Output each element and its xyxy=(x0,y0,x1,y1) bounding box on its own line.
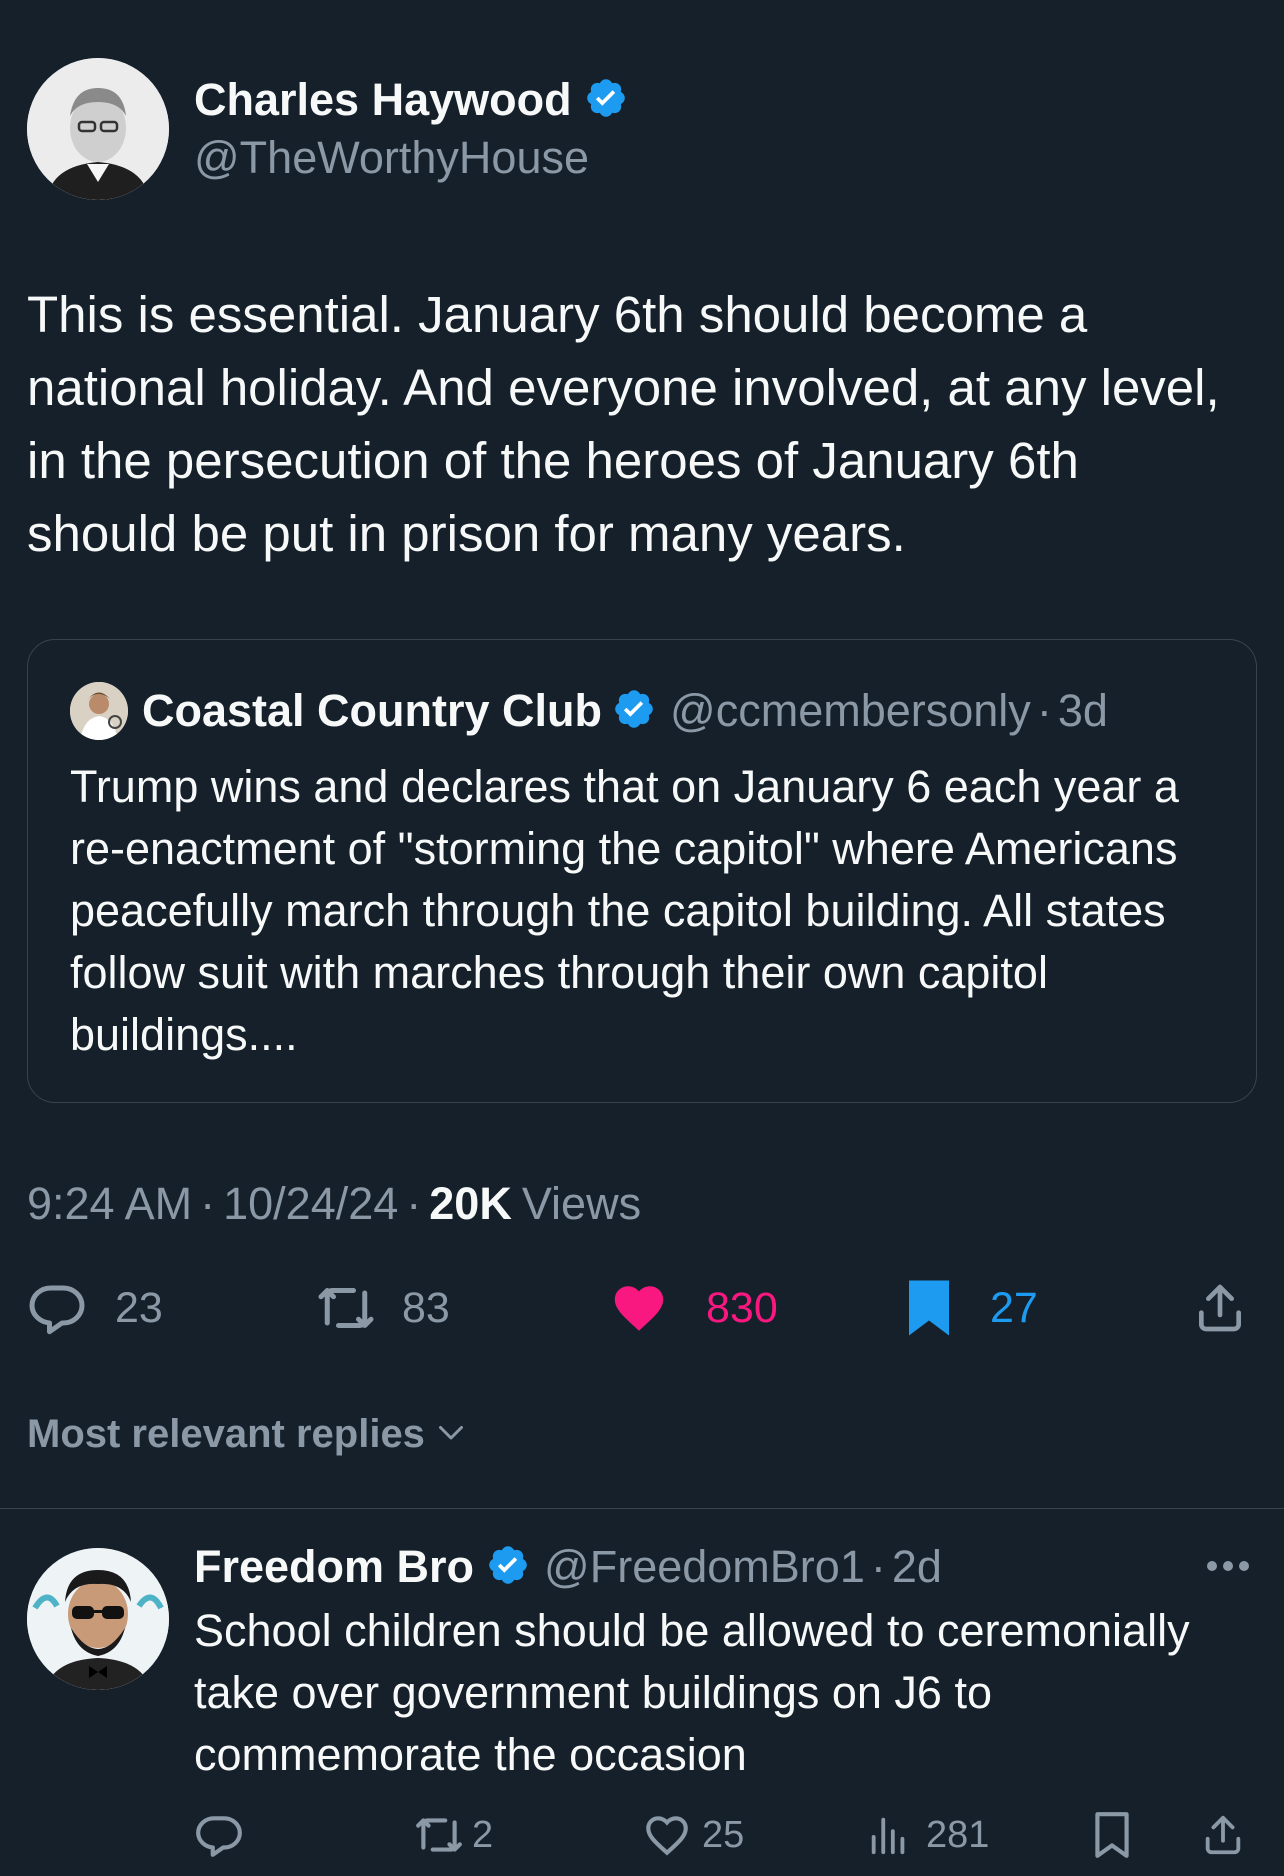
reply-button[interactable]: 23 xyxy=(27,1278,163,1338)
views-count: 20K xyxy=(429,1178,512,1229)
tweet-text: This is essential. January 6th should be… xyxy=(27,286,1220,562)
reply-reply-button[interactable] xyxy=(194,1810,244,1860)
replies-divider xyxy=(0,1508,1284,1509)
reply-author-handle[interactable]: @FreedomBro1 xyxy=(544,1541,865,1593)
reply-age: 2d xyxy=(891,1541,942,1592)
reply-count: 23 xyxy=(115,1283,163,1332)
separator-dot: · xyxy=(200,1178,216,1229)
reply-author-name[interactable]: Freedom Bro xyxy=(194,1541,474,1593)
quoted-age: 3d xyxy=(1057,685,1108,736)
share-button[interactable] xyxy=(1192,1278,1248,1338)
verified-badge-icon xyxy=(486,1543,530,1592)
like-icon xyxy=(610,1279,668,1337)
bookmark-icon xyxy=(1090,1810,1134,1860)
separator-dot: · xyxy=(1036,685,1052,736)
more-options-button[interactable] xyxy=(1202,1548,1254,1589)
bookmark-button[interactable]: 27 xyxy=(904,1278,1038,1338)
author-handle[interactable]: @TheWorthyHouse xyxy=(194,132,589,184)
quoted-author-name: Coastal Country Club xyxy=(142,685,603,736)
reply-like-button[interactable]: 25 xyxy=(642,1810,744,1860)
author-name-row: Charles Haywood xyxy=(194,72,628,128)
reply-author-avatar[interactable] xyxy=(27,1548,169,1690)
replies-sort-label: Most relevant replies xyxy=(27,1411,425,1456)
replies-sort-dropdown[interactable]: Most relevant replies xyxy=(27,1406,469,1462)
like-count: 830 xyxy=(706,1283,778,1332)
bookmark-icon xyxy=(904,1278,954,1338)
like-icon xyxy=(642,1810,692,1860)
reply-icon xyxy=(27,1278,87,1338)
share-icon xyxy=(1200,1810,1246,1860)
views-icon xyxy=(866,1812,912,1858)
reply-share-button[interactable] xyxy=(1200,1810,1246,1860)
reply-bookmark-button[interactable] xyxy=(1090,1810,1134,1860)
quoted-tweet-card[interactable]: Coastal Country Club @ccmembersonly · 3d… xyxy=(27,639,1257,1103)
author-avatar[interactable] xyxy=(27,58,169,200)
reply-views-button[interactable]: 281 xyxy=(866,1810,989,1860)
chevron-down-icon xyxy=(433,1414,469,1455)
reply-repost-button[interactable]: 2 xyxy=(412,1810,493,1860)
repost-icon xyxy=(314,1278,378,1338)
quoted-author-avatar xyxy=(70,682,128,740)
repost-count: 83 xyxy=(402,1283,450,1332)
separator-dot: · xyxy=(406,1178,422,1229)
quoted-text: Trump wins and declares that on January … xyxy=(70,761,1179,1060)
reply-views-count: 281 xyxy=(926,1813,990,1856)
reply-like-count: 25 xyxy=(702,1813,745,1856)
quoted-author-handle: @ccmembersonly xyxy=(670,685,1031,736)
tweet-meta: 9:24 AM · 10/24/24 · 20K Views xyxy=(27,1176,641,1232)
bookmark-count: 27 xyxy=(990,1283,1038,1332)
views-label: Views xyxy=(521,1178,642,1229)
reply-repost-count: 2 xyxy=(472,1813,494,1856)
repost-button[interactable]: 83 xyxy=(314,1278,450,1338)
tweet-time[interactable]: 9:24 AM xyxy=(27,1178,192,1230)
reply-header: Freedom Bro @FreedomBro1 · 2d xyxy=(194,1538,942,1596)
author-avatar-image xyxy=(27,58,169,200)
reply-text: School children should be allowed to cer… xyxy=(194,1605,1190,1780)
more-icon xyxy=(1202,1561,1254,1588)
share-icon xyxy=(1192,1279,1248,1337)
repost-icon xyxy=(412,1810,466,1860)
author-name[interactable]: Charles Haywood xyxy=(194,74,572,126)
reply-icon xyxy=(194,1810,244,1860)
quoted-header: Coastal Country Club @ccmembersonly · 3d xyxy=(142,682,1108,740)
separator-dot: · xyxy=(870,1541,886,1592)
verified-badge-icon xyxy=(584,76,628,125)
verified-badge-icon xyxy=(612,687,656,736)
tweet-date[interactable]: 10/24/24 xyxy=(223,1178,398,1230)
like-button[interactable]: 830 xyxy=(610,1278,778,1338)
